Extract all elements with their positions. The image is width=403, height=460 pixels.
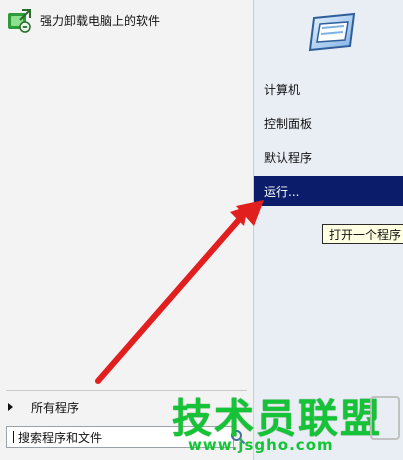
right-menu-item-computer[interactable]: 计算机	[254, 75, 403, 103]
right-menu-item-control-panel[interactable]: 控制面板	[254, 109, 403, 137]
start-menu-screenshot: 强力卸载电脑上的软件 所有程序 搜索程序和文件 计算机 控制面板 默认程序 运行…	[0, 0, 403, 460]
left-pane-divider	[6, 390, 247, 391]
window-picture-icon[interactable]	[304, 10, 360, 54]
expand-triangle-icon	[8, 403, 13, 411]
pinned-program-label: 强力卸载电脑上的软件	[40, 13, 161, 28]
all-programs-item[interactable]: 所有程序	[8, 396, 79, 418]
search-icon[interactable]	[230, 429, 246, 445]
right-menu-item-label: 控制面板	[264, 116, 313, 131]
run-tooltip: 打开一个程序	[322, 224, 403, 244]
search-placeholder: 搜索程序和文件	[18, 430, 103, 445]
pinned-program-item[interactable]: 强力卸载电脑上的软件	[6, 6, 160, 34]
uninstaller-app-icon	[8, 9, 31, 33]
right-menu-item-label: 运行...	[264, 184, 300, 199]
search-input[interactable]: 搜索程序和文件	[6, 426, 234, 448]
right-menu-item-default-programs[interactable]: 默认程序	[254, 143, 403, 171]
right-menu-item-run[interactable]: 运行...	[254, 176, 403, 206]
all-programs-label: 所有程序	[31, 400, 80, 415]
right-menu-item-label: 默认程序	[264, 150, 313, 165]
start-menu-left-pane: 强力卸载电脑上的软件 所有程序 搜索程序和文件	[0, 0, 254, 460]
tooltip-text: 打开一个程序	[329, 228, 402, 242]
right-menu-item-label: 计算机	[264, 82, 301, 97]
text-caret	[13, 431, 14, 443]
